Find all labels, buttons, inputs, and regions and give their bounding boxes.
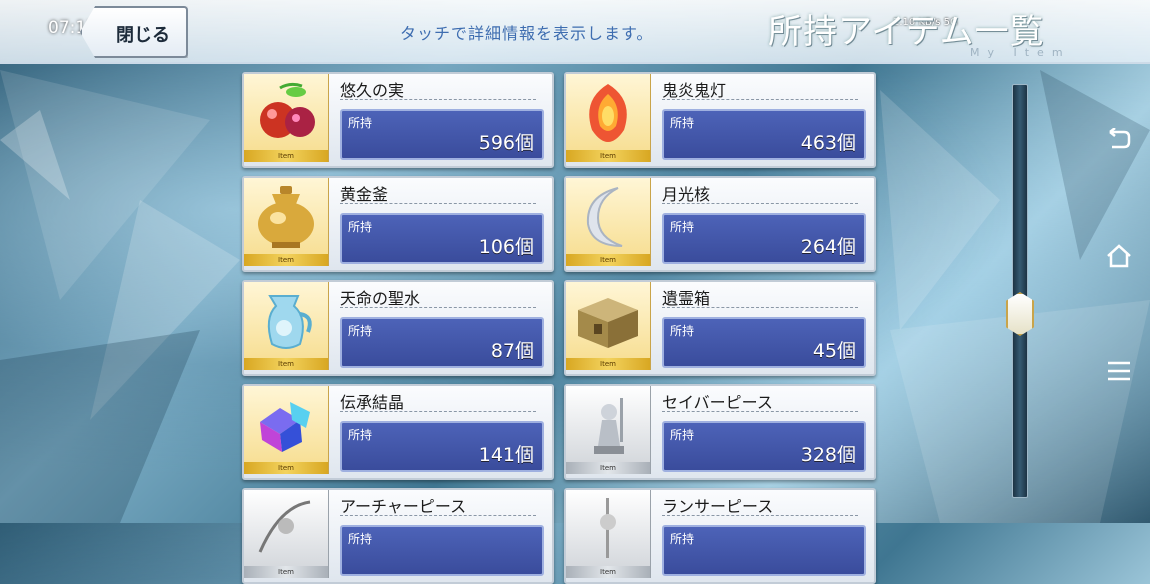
owned-label: 所持	[670, 324, 695, 338]
item-card[interactable]: Item 遺霊箱所持 45個	[564, 280, 876, 376]
scrollbar-thumb[interactable]	[1006, 292, 1034, 336]
item-card[interactable]: Item 天命の聖水所持 87個	[242, 280, 554, 376]
owned-label: 所持	[670, 428, 695, 442]
item-tag: Item	[244, 462, 328, 474]
item-card[interactable]: Item 黄金釜所持 106個	[242, 176, 554, 272]
owned-label: 所持	[348, 220, 373, 234]
item-thumbnail: Item	[244, 282, 329, 370]
owned-panel: 所持 141個	[340, 421, 544, 472]
item-name: セイバーピース	[662, 389, 858, 412]
owned-panel: 所持 596個	[340, 109, 544, 160]
touch-hint: タッチで詳細情報を表示します。	[400, 24, 654, 43]
owned-count: 328個	[800, 444, 856, 466]
item-tag: Item	[566, 462, 650, 474]
item-thumbnail: Item	[244, 386, 329, 474]
item-thumbnail: Item	[244, 178, 329, 266]
page-subtitle: My Item	[970, 46, 1071, 59]
item-tag: Item	[244, 358, 328, 370]
owned-panel: 所持	[340, 525, 544, 576]
item-thumbnail: Item	[566, 490, 651, 578]
item-tag: Item	[566, 254, 650, 266]
item-tag: Item	[244, 566, 328, 578]
close-button[interactable]: 閉じる	[80, 6, 188, 58]
owned-label: 所持	[348, 428, 373, 442]
item-tag: Item	[566, 566, 650, 578]
home-icon[interactable]	[1103, 243, 1135, 275]
item-thumbnail: Item	[566, 386, 651, 474]
item-thumbnail: Item	[244, 490, 329, 578]
owned-panel: 所持 328個	[662, 421, 866, 472]
owned-panel: 所持 45個	[662, 317, 866, 368]
menu-icon[interactable]	[1103, 360, 1135, 392]
owned-count: 87個	[490, 340, 534, 362]
item-card[interactable]: Item 月光核所持 264個	[564, 176, 876, 272]
item-name: 月光核	[662, 181, 858, 204]
owned-label: 所持	[348, 532, 373, 546]
item-name: 黄金釜	[340, 181, 536, 204]
owned-count: 596個	[478, 132, 534, 154]
item-name: 天命の聖水	[340, 285, 536, 308]
owned-label: 所持	[348, 324, 373, 338]
owned-panel: 所持 264個	[662, 213, 866, 264]
item-name: 悠久の実	[340, 77, 536, 100]
item-tag: Item	[566, 358, 650, 370]
owned-panel: 所持	[662, 525, 866, 576]
owned-count: 141個	[478, 444, 534, 466]
item-name: 伝承結晶	[340, 389, 536, 412]
item-name: 遺霊箱	[662, 285, 858, 308]
item-name: アーチャーピース	[340, 493, 536, 516]
item-tag: Item	[566, 150, 650, 162]
item-name: 鬼炎鬼灯	[662, 77, 858, 100]
owned-panel: 所持 106個	[340, 213, 544, 264]
owned-count: 45個	[812, 340, 856, 362]
item-tag: Item	[244, 254, 328, 266]
item-tag: Item	[244, 150, 328, 162]
owned-panel: 所持 87個	[340, 317, 544, 368]
owned-panel: 所持 463個	[662, 109, 866, 160]
item-thumbnail: Item	[566, 178, 651, 266]
owned-label: 所持	[670, 220, 695, 234]
item-card[interactable]: Item アーチャーピース所持	[242, 488, 554, 584]
scrollbar-track[interactable]	[1012, 84, 1028, 498]
owned-label: 所持	[670, 532, 695, 546]
owned-count: 463個	[800, 132, 856, 154]
back-icon[interactable]	[1103, 127, 1135, 160]
owned-count: 106個	[478, 236, 534, 258]
item-thumbnail: Item	[566, 282, 651, 370]
close-button-label: 閉じる	[116, 25, 170, 46]
item-name: ランサーピース	[662, 493, 858, 516]
item-thumbnail: Item	[566, 74, 651, 162]
item-card[interactable]: Item 伝承結晶所持 141個	[242, 384, 554, 480]
owned-label: 所持	[348, 116, 373, 130]
item-thumbnail: Item	[244, 74, 329, 162]
item-card[interactable]: Item 悠久の実所持 596個	[242, 72, 554, 168]
item-card[interactable]: Item セイバーピース所持 328個	[564, 384, 876, 480]
owned-count: 264個	[800, 236, 856, 258]
item-card[interactable]: Item 鬼炎鬼灯所持 463個	[564, 72, 876, 168]
owned-label: 所持	[670, 116, 695, 130]
item-card[interactable]: Item ランサーピース所持	[564, 488, 876, 584]
